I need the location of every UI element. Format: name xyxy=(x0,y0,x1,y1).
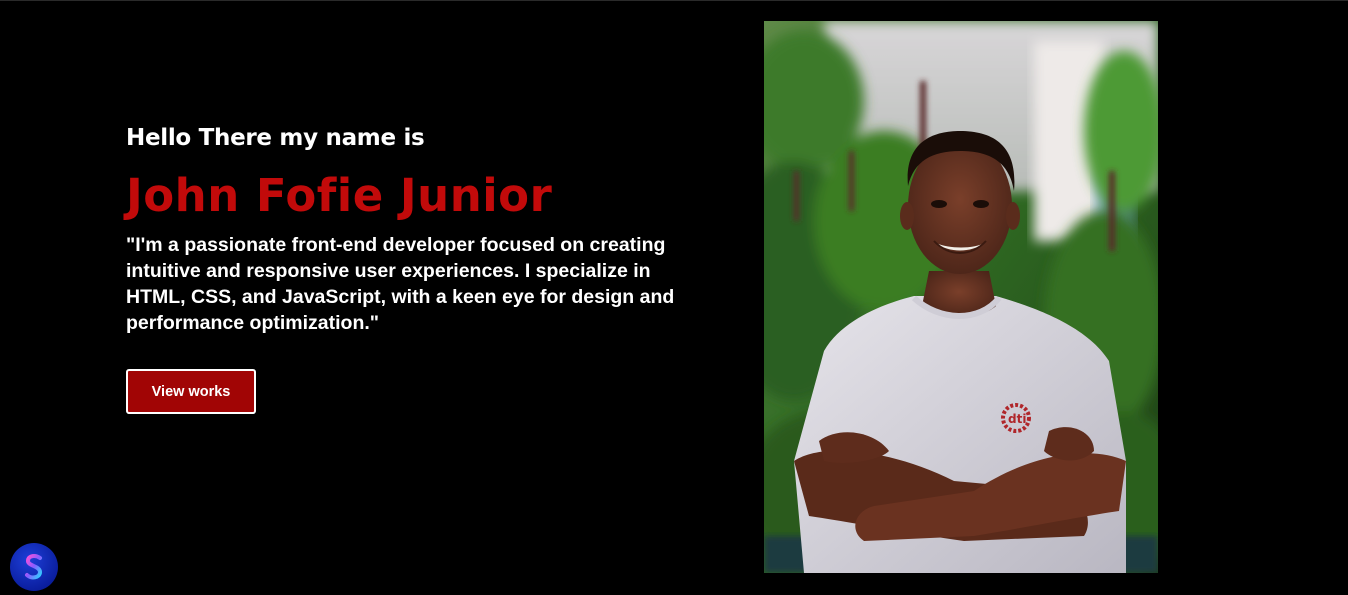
profile-photo: dti xyxy=(764,21,1158,573)
svg-text:dti: dti xyxy=(1008,412,1026,426)
view-works-button[interactable]: View works xyxy=(126,369,256,414)
s-logo-icon xyxy=(25,554,43,580)
hero-bio: "I'm a passionate front-end developer fo… xyxy=(126,234,675,334)
top-divider xyxy=(0,0,1348,1)
hero-section: Hello There my name is John Fofie Junior… xyxy=(126,120,686,414)
floating-action-button[interactable] xyxy=(10,543,58,591)
hero-name: John Fofie Junior xyxy=(126,169,553,222)
hero-greeting: Hello There my name is xyxy=(126,125,425,151)
